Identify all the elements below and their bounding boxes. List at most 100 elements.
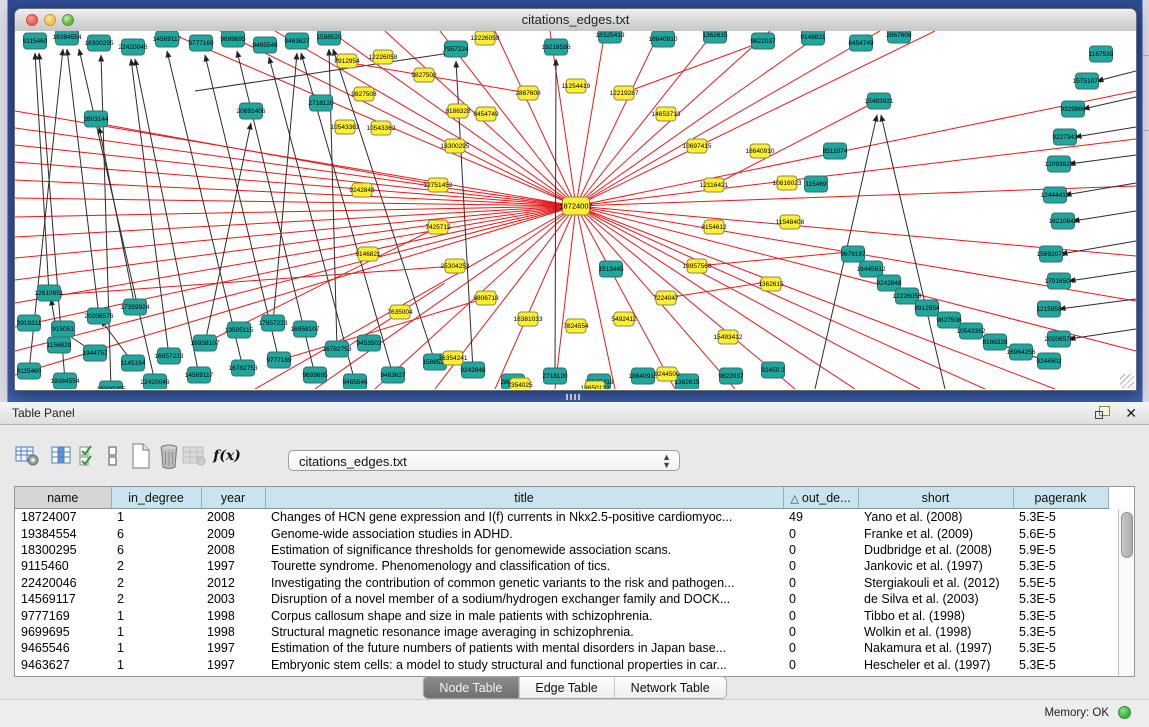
table-cell[interactable]: 9777169 [15,607,111,623]
table-row[interactable]: 946554611997Estimation of the future num… [15,640,1108,656]
table-cell[interactable]: 1997 [201,558,265,574]
table-cell[interactable]: Jankovic et al. (1997) [858,558,1013,574]
table-cell[interactable]: Genome-wide association studies in ADHD. [265,525,783,541]
citation-edge-black[interactable] [205,123,251,343]
table-cell[interactable]: Tibbo et al. (1998) [858,607,1013,623]
table-cell[interactable]: 5.3E-5 [1013,509,1108,526]
tab-node-table[interactable]: Node Table [423,677,518,698]
table-cell[interactable]: 1997 [201,657,265,673]
table-cell[interactable]: Nakamura et al. (1997) [858,640,1013,656]
citation-edge-red[interactable] [55,266,455,295]
citation-edge-red[interactable] [576,31,715,206]
citation-edge-black[interactable] [555,59,556,376]
table-cell[interactable]: 1998 [201,607,265,623]
table-cell[interactable]: Disruption of a novel member of a sodium… [265,591,783,607]
table-cell[interactable]: Franke et al. (2009) [858,525,1013,541]
table-row[interactable]: 911546021997Tourette syndrome. Phenomeno… [15,558,1108,574]
table-cell[interactable]: 9465546 [15,640,111,656]
citation-edge-red[interactable] [15,145,576,206]
memory-status-indicator[interactable] [1118,706,1131,719]
column-header-short[interactable]: short [858,487,1013,509]
table-cell[interactable]: 0 [783,591,858,607]
delete-column-button[interactable] [156,442,182,470]
citation-edge-red[interactable] [576,31,880,206]
citation-edge-red[interactable] [576,31,660,206]
citation-edge-red[interactable] [495,206,576,389]
table-cell[interactable]: 1 [111,624,201,640]
table-cell[interactable]: 9463627 [15,657,111,673]
table-cell[interactable]: 9699695 [15,624,111,640]
table-cell[interactable]: 2 [111,591,201,607]
window-resize-grip[interactable] [1120,374,1134,388]
table-cell[interactable]: 0 [783,640,858,656]
table-row[interactable]: 1830029562008Estimation of significance … [15,542,1108,558]
table-cell[interactable]: 5.3E-5 [1013,591,1108,607]
citation-edge-red[interactable] [15,206,576,280]
table-cell[interactable]: Yano et al. (2008) [858,509,1013,526]
citation-edge-black[interactable] [101,55,111,389]
column-header-pagerank[interactable]: pagerank [1013,487,1108,509]
citation-edge-black[interactable] [135,59,199,375]
table-cell[interactable]: 2 [111,558,201,574]
table-vertical-scrollbar[interactable] [1118,509,1134,676]
column-header-out_de[interactable]: △out_de... [783,487,858,509]
scrollbar-thumb[interactable] [1121,512,1133,558]
table-cell[interactable]: Dudbridge et al. (2008) [858,542,1013,558]
citation-edge-black[interactable] [1069,155,1136,164]
table-cell[interactable]: 1 [111,640,201,656]
citation-edge-black[interactable] [1075,127,1136,137]
create-new-column-button[interactable] [128,442,154,470]
citation-edge-red[interactable] [220,31,576,206]
citation-edge-red[interactable] [15,206,576,217]
citation-edge-black[interactable] [329,49,337,349]
table-row[interactable]: 969969511998Structural magnetic resonanc… [15,624,1108,640]
table-cell[interactable]: 19384554 [15,525,111,541]
column-header-year[interactable]: year [201,487,265,509]
citation-edge-black[interactable] [273,53,297,323]
column-header-name[interactable]: name [15,487,111,509]
table-cell[interactable]: Changes of HCN gene expression and I(f) … [265,509,783,526]
citation-edge-red[interactable] [697,252,849,266]
citation-edge-red[interactable] [351,63,528,93]
table-cell[interactable]: Structural magnetic resonance image aver… [265,624,783,640]
table-cell[interactable]: 1998 [201,624,265,640]
citation-edge-black[interactable] [1069,271,1136,281]
table-cell[interactable]: 0 [783,657,858,673]
table-cell[interactable]: Hescheler et al. (1997) [858,657,1013,673]
table-cell[interactable]: 0 [783,525,858,541]
table-cell[interactable]: Tourette syndrome. Phenomenology and cla… [265,558,783,574]
table-cell[interactable]: 0 [783,607,858,623]
citation-edge-black[interactable] [99,127,135,307]
table-cell[interactable]: 22420046 [15,575,111,591]
citation-edge-red[interactable] [495,31,576,206]
table-cell[interactable]: Embryonic stem cells: a model to study s… [265,657,783,673]
citation-edge-black[interactable] [1073,211,1136,221]
select-visible-columns-button[interactable] [76,442,102,470]
citation-edge-red[interactable] [576,31,605,206]
table-cell[interactable]: 0 [783,575,858,591]
tab-edge-table[interactable]: Edge Table [518,677,613,698]
float-panel-icon[interactable] [1095,406,1109,419]
table-cell[interactable]: 2012 [201,575,265,591]
table-cell[interactable]: 5.3E-5 [1013,558,1108,574]
citation-edge-black[interactable] [1069,329,1136,339]
table-cell[interactable]: 6 [111,525,201,541]
citation-edge-red[interactable] [576,31,935,206]
table-cell[interactable]: 5.6E-5 [1013,525,1108,541]
function-builder-button[interactable]: f(x) [214,442,240,470]
table-cell[interactable]: 1 [111,607,201,623]
table-cell[interactable]: 2008 [201,542,265,558]
network-canvas[interactable]: 9115460193845541830029522420046145691179… [15,31,1136,389]
table-cell[interactable]: Estimation of significance thresholds fo… [265,542,783,558]
show-columns-button[interactable] [49,442,75,470]
table-cell[interactable]: 0 [783,558,858,574]
citation-network-graph[interactable]: 9115460193845541830029522420046145691179… [15,31,1136,389]
table-row[interactable]: 977716911998Corpus callosum shape and si… [15,607,1108,623]
citation-edge-black[interactable] [167,51,243,368]
table-cell[interactable]: 5.5E-5 [1013,575,1108,591]
import-table-button[interactable] [181,442,207,470]
table-cell[interactable]: Corpus callosum shape and size in male p… [265,607,783,623]
citation-edge-black[interactable] [1061,241,1136,254]
citation-edge-black[interactable] [1065,183,1136,195]
table-cell[interactable]: 0 [783,542,858,558]
